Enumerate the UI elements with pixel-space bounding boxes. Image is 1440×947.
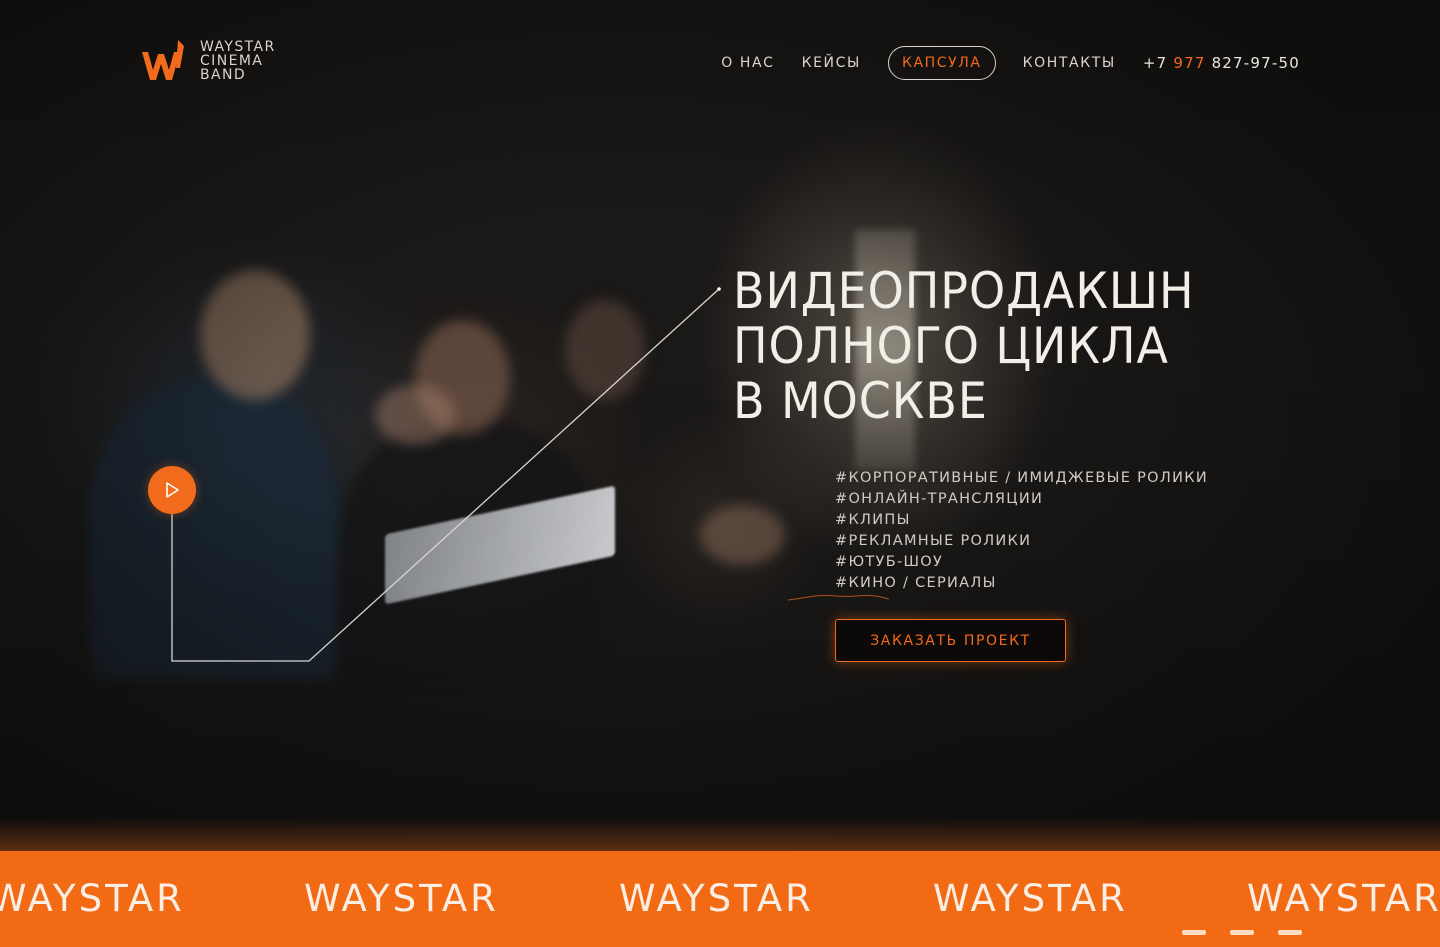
marquee-glow bbox=[0, 818, 1440, 852]
nav-contacts[interactable]: КОНТАКТЫ bbox=[1023, 55, 1116, 71]
play-video-button[interactable] bbox=[148, 466, 196, 514]
logo-wordmark: WAYSTAR CINEMA BAND bbox=[200, 40, 276, 82]
logo-line: WAYSTAR bbox=[200, 39, 276, 55]
hero-title-line: ВИДЕОПРОДАКШН bbox=[733, 262, 1195, 320]
service-tag: #ОНЛАЙН-ТРАНСЛЯЦИИ bbox=[835, 491, 1044, 507]
hero-title-line: ПОЛНОГО ЦИКЛА bbox=[733, 317, 1169, 375]
service-tag: #КОРПОРАТИВНЫЕ / ИМИДЖЕВЫЕ РОЛИКИ bbox=[835, 470, 1208, 486]
waystar-logo-icon bbox=[142, 40, 184, 80]
marquee-word: WAYSTAR bbox=[1247, 877, 1440, 920]
order-project-button[interactable]: ЗАКАЗАТЬ ПРОЕКТ bbox=[835, 619, 1066, 662]
hero-title: ВИДЕОПРОДАКШН ПОЛНОГО ЦИКЛА В МОСКВЕ bbox=[733, 264, 1195, 429]
nav-cases[interactable]: КЕЙСЫ bbox=[802, 55, 861, 71]
phone-prefix: +7 bbox=[1142, 54, 1168, 72]
phone-number: 827-97-50 bbox=[1211, 54, 1300, 72]
service-tag: #РЕКЛАМНЫЕ РОЛИКИ bbox=[835, 533, 1032, 549]
hero-vignette bbox=[0, 0, 1440, 850]
marquee-word: WAYSTAR bbox=[933, 877, 1128, 920]
phone-link[interactable]: +7 977 827-97-50 bbox=[1143, 54, 1300, 72]
nav-about[interactable]: О НАС bbox=[721, 55, 774, 71]
social-icon[interactable] bbox=[1182, 930, 1206, 935]
service-tag: #ЮТУБ-ШОУ bbox=[835, 554, 944, 570]
main-nav: О НАС КЕЙСЫ КАПСУЛА КОНТАКТЫ +7 977 827-… bbox=[721, 46, 1300, 80]
hero-title-line: В МОСКВЕ bbox=[733, 372, 988, 430]
phone-code: 977 bbox=[1173, 54, 1206, 72]
bottom-social-icons bbox=[1182, 930, 1302, 935]
logo-line: BAND bbox=[200, 67, 247, 83]
service-tags: #КОРПОРАТИВНЫЕ / ИМИДЖЕВЫЕ РОЛИКИ #ОНЛАЙ… bbox=[835, 468, 1208, 594]
nav-capsule-button[interactable]: КАПСУЛА bbox=[887, 46, 996, 80]
social-icon[interactable] bbox=[1230, 930, 1254, 935]
marquee-word: WAYSTAR bbox=[0, 877, 185, 920]
marquee-word: WAYSTAR bbox=[304, 877, 499, 920]
logo-line: CINEMA bbox=[200, 53, 264, 69]
logo-link[interactable]: WAYSTAR CINEMA BAND bbox=[140, 38, 276, 84]
decorative-squiggle bbox=[787, 595, 890, 601]
service-tag: #КЛИПЫ bbox=[835, 512, 911, 528]
social-icon[interactable] bbox=[1278, 930, 1302, 935]
play-icon bbox=[166, 482, 179, 498]
marquee-word: WAYSTAR bbox=[619, 877, 814, 920]
